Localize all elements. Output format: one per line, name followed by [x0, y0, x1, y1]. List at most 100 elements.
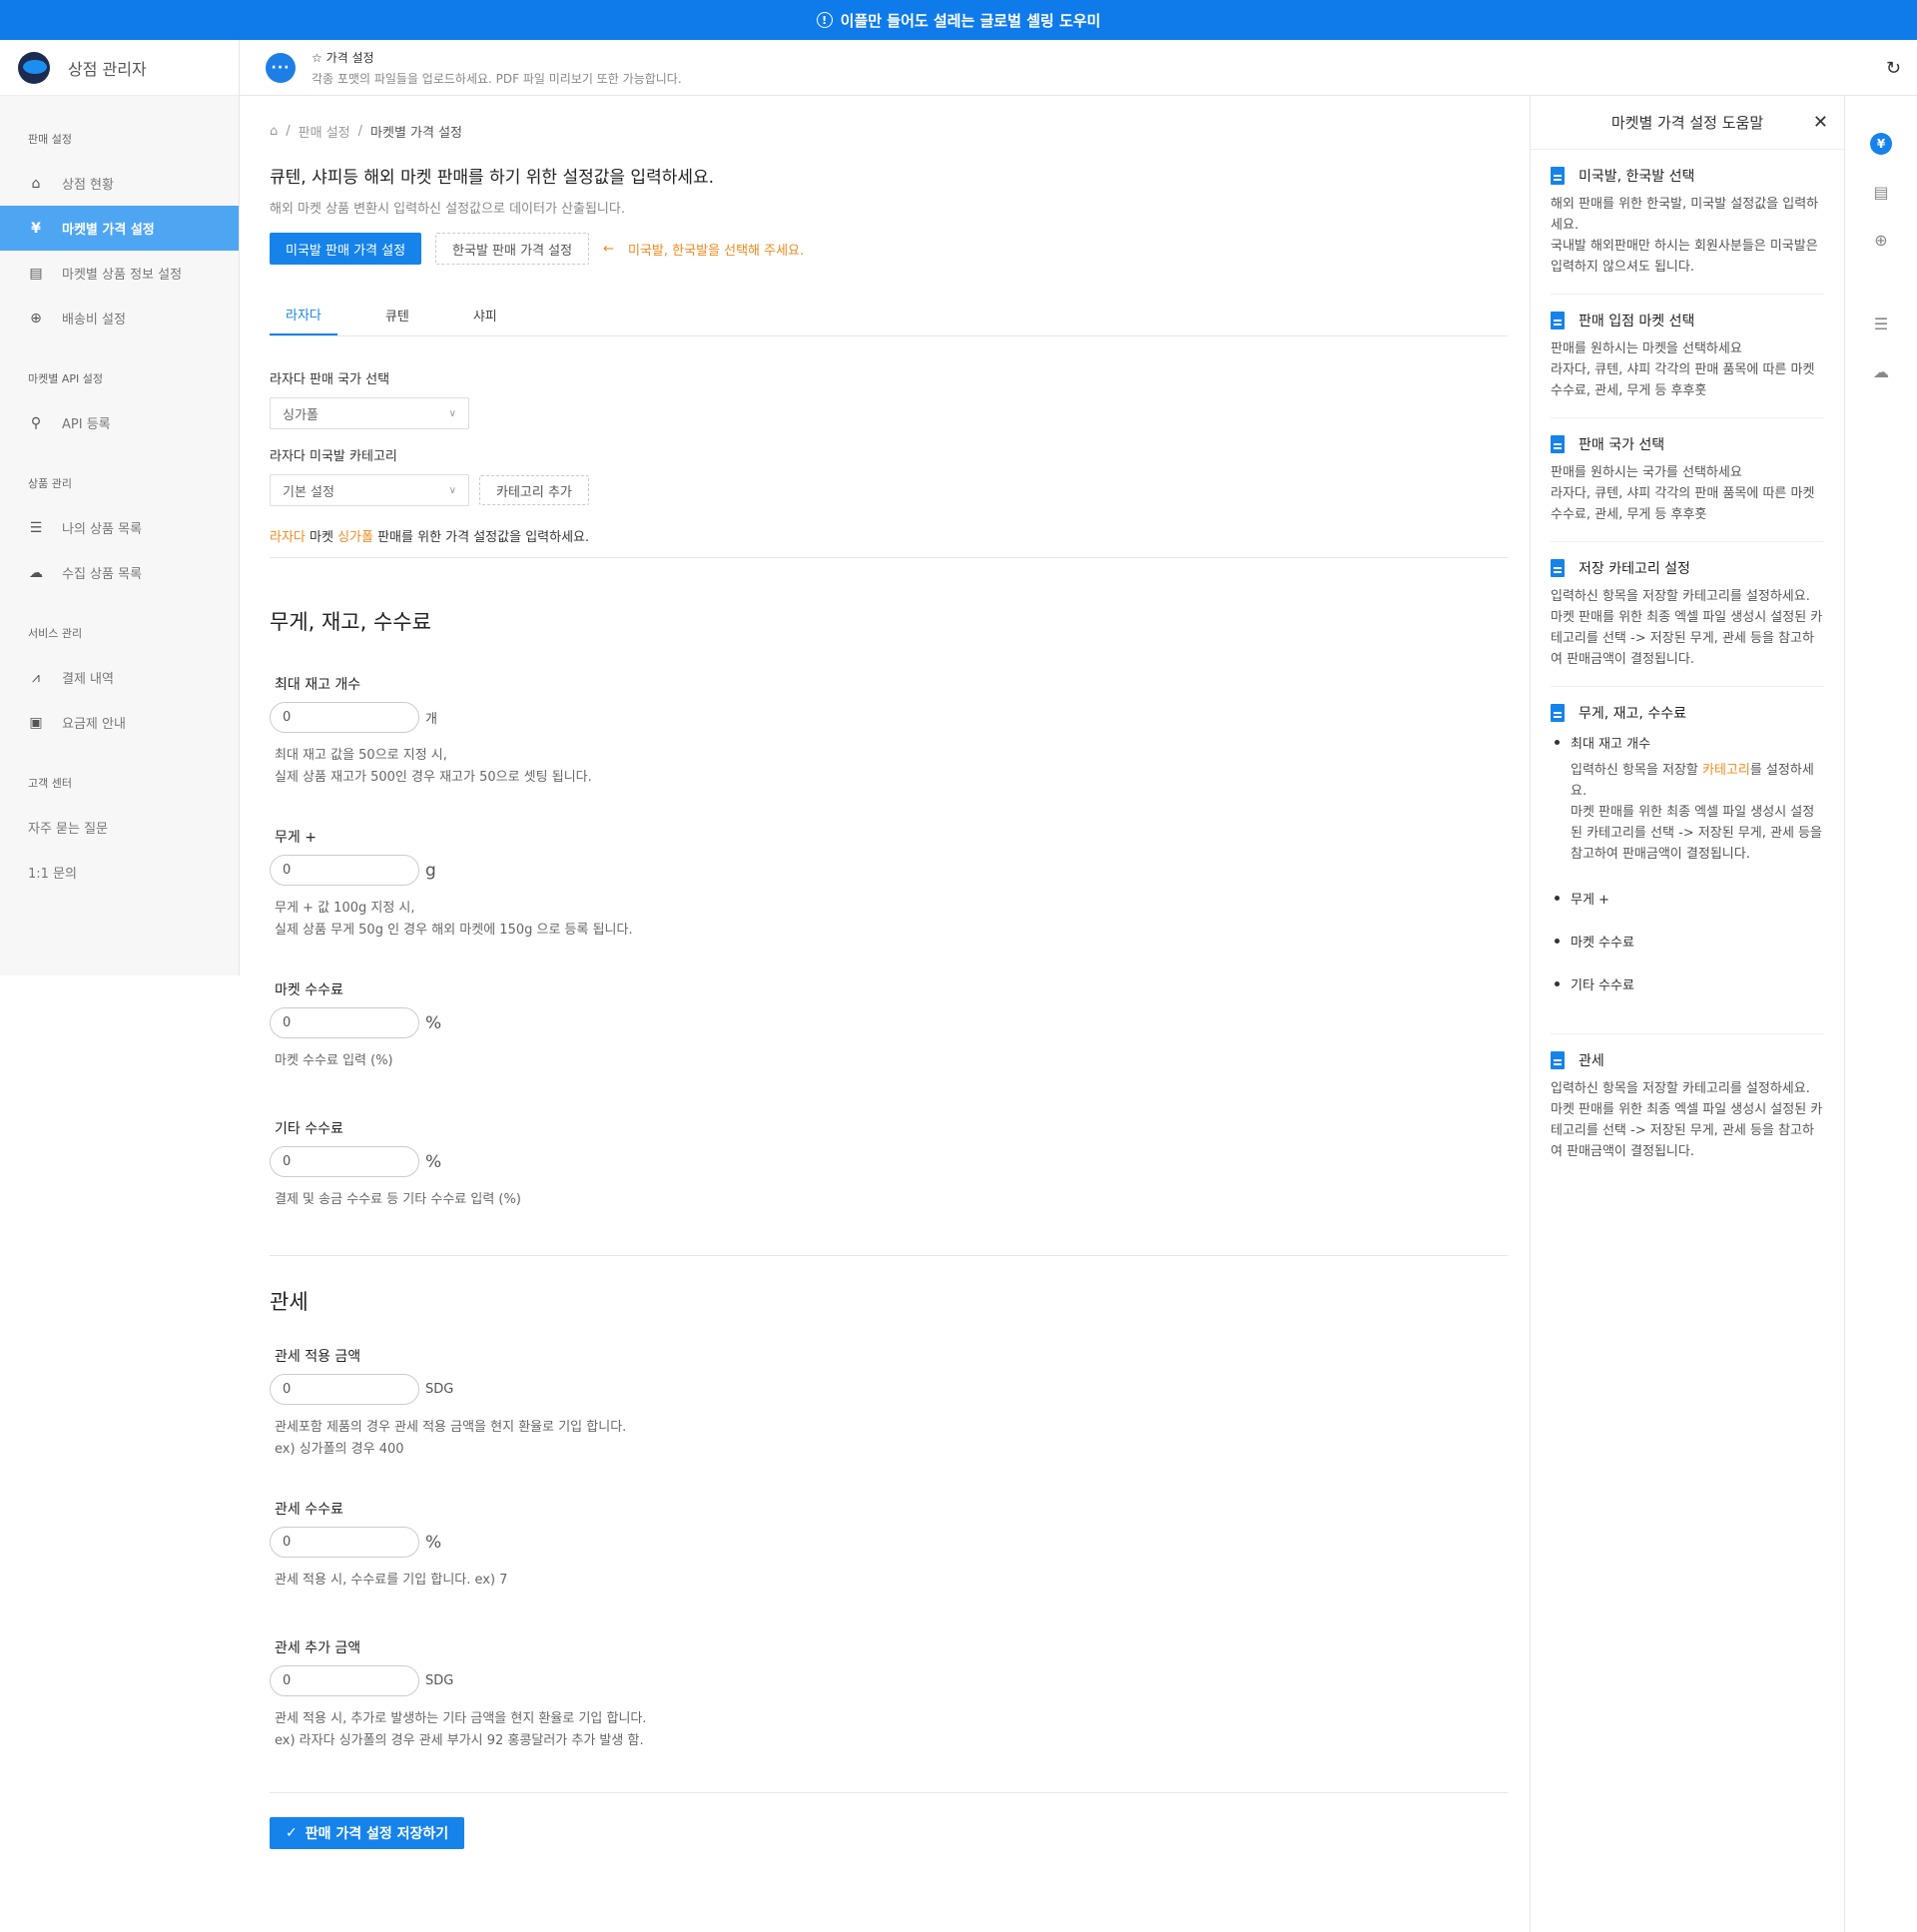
market-tabs: 라자다 큐텐 샤피 [270, 295, 1508, 336]
logo[interactable] [18, 51, 50, 84]
add-category-button[interactable]: 카테고리 추가 [479, 475, 589, 505]
unit-label: 개 [425, 712, 437, 727]
list-item: 기타 수수료 [1551, 974, 1824, 993]
sidebar-item-api-register[interactable]: ⚲ API 등록 [0, 400, 239, 445]
cloud-upload-icon[interactable]: ☁ [1870, 360, 1892, 382]
sidebar-item-payments[interactable]: ⩘ 결제 내역 [0, 655, 239, 700]
chevron-down-icon: ∨ [448, 484, 456, 496]
tab-lazada[interactable]: 라자다 [270, 295, 337, 335]
calendar-icon: ▣ [29, 714, 43, 731]
market-note: 라자다 마켓 싱가폴 판매를 위한 가격 설정값을 입력하세요. [270, 526, 1508, 558]
home-icon[interactable]: ⌂ [270, 124, 278, 139]
globe-icon: ⊕ [30, 310, 42, 326]
category-select-value: 기본 설정 [283, 484, 334, 500]
max-stock-input[interactable]: 0 [270, 702, 419, 733]
header-subtitle: 각종 포맷의 파일들을 업로드하세요. PDF 파일 미리보기 또한 가능합니다… [312, 71, 682, 86]
sidebar-item-pricing[interactable]: ▣ 요금제 안내 [0, 700, 239, 745]
list-icon: ☰ [29, 519, 43, 536]
chat-icon[interactable]: ··· [266, 52, 296, 83]
api-icon: ⚲ [30, 414, 42, 431]
unit-label: % [425, 1151, 442, 1172]
sidebar-item-label: 요금제 안내 [62, 717, 126, 732]
field-duty-amount: 관세 적용 금액 0 SDG 관세포함 제품의 경우 관세 적용 금액을 현지 … [270, 1346, 1508, 1461]
close-icon[interactable]: ✕ [1813, 112, 1828, 133]
field-description: 결제 및 송금 수수료 등 기타 수수료 입력 (%) [275, 1192, 521, 1207]
duty-amount-input[interactable]: 0 [270, 1374, 419, 1405]
field-duty-fee: 관세 수수료 0 % 관세 적용 시, 수수료를 기입 합니다. ex) 7 [270, 1499, 1508, 1592]
list-item: 무게 + [1551, 889, 1824, 908]
help-section: 미국발, 한국발 선택 해외 판매를 위한 한국발, 미국발 설정값을 입력하세… [1551, 150, 1824, 295]
field-weight: 무게 + 0 g 무게 + 값 100g 지정 시, 실제 상품 무게 50g … [270, 827, 1508, 942]
store-icon[interactable]: ▤ [1870, 181, 1892, 203]
help-section: 판매 국가 선택 판매를 원하시는 국가를 선택하세요 라자다, 큐텐, 샤피 각… [1551, 418, 1824, 542]
field-description: 최대 재고 값을 50으로 지정 시, 실제 상품 재고가 500인 경우 재고… [275, 748, 592, 785]
unit-label: g [425, 860, 436, 881]
sidebar-item-label: 나의 상품 목록 [62, 522, 143, 537]
field-description: 관세 적용 시, 추가로 발생하는 기타 금액을 현지 환율로 기입 합니다. … [275, 1711, 647, 1748]
home-icon: ⌂ [31, 175, 41, 192]
sidebar-item-label: 결제 내역 [62, 672, 114, 687]
field-description: 마켓 수수료 입력 (%) [275, 1053, 393, 1068]
yen-icon: ¥ [31, 220, 41, 237]
tab-qoo10[interactable]: 큐텐 [369, 295, 425, 335]
field-label: 무게 + [275, 830, 317, 846]
sidebar-item-market-product-info[interactable]: ▤ 마켓별 상품 정보 설정 [0, 251, 239, 296]
field-label: 관세 적용 금액 [275, 1349, 361, 1365]
check-icon: ✓ [286, 1825, 298, 1841]
nav-group-api: 마켓별 API 설정 [28, 371, 103, 385]
server-icon[interactable]: ☰ [1870, 313, 1892, 334]
sidebar-item-collected-products[interactable]: ☁ 수집 상품 목록 [0, 550, 239, 595]
other-fee-input[interactable]: 0 [270, 1146, 419, 1177]
document-icon [1551, 435, 1565, 453]
field-market-fee: 마켓 수수료 0 % 마켓 수수료 입력 (%) [270, 979, 1508, 1072]
yen-icon[interactable]: ¥ [1870, 133, 1892, 155]
field-label: 관세 수수료 [275, 1502, 343, 1518]
sidebar-item-label: 수집 상품 목록 [62, 567, 143, 582]
unit-label: % [425, 1532, 442, 1553]
sidebar: 상점 관리자 판매 설정 ⌂ 상점 현황 ¥ 마켓별 가격 설정 ▤ 마켓별 상… [0, 40, 240, 975]
help-header: 마켓별 가격 설정 도움말 ✕ [1531, 96, 1844, 150]
sidebar-item-label: 배송비 설정 [62, 313, 126, 327]
select-origin-hint: 미국발, 한국발을 선택해 주세요. [628, 243, 805, 259]
breadcrumb-item[interactable]: 판매 설정 [299, 122, 350, 141]
sidebar-item-inquiry[interactable]: 1:1 문의 [0, 850, 239, 895]
document-icon [1551, 312, 1565, 329]
country-select-value: 싱가폴 [283, 407, 319, 423]
chart-icon: ⩘ [32, 669, 40, 686]
tab-shopee[interactable]: 샤피 [457, 295, 513, 335]
kr-price-button[interactable]: 한국발 판매 가격 설정 [435, 233, 590, 265]
help-title: 마켓별 가격 설정 도움말 [1610, 114, 1764, 132]
field-description: 무게 + 값 100g 지정 시, 실제 상품 무게 50g 인 경우 해외 마… [275, 901, 633, 938]
duty-fee-input[interactable]: 0 [270, 1527, 419, 1558]
page-subheading: 해외 마켓 상품 변환시 입력하신 설정값으로 데이터가 산출됩니다. [270, 202, 625, 217]
sidebar-item-store-status[interactable]: ⌂ 상점 현황 [0, 161, 239, 206]
divider [270, 1255, 1508, 1256]
country-select[interactable]: 싱가폴 ∨ [270, 397, 469, 429]
app-title: 상점 관리자 [68, 59, 147, 79]
weight-input[interactable]: 0 [270, 855, 419, 886]
field-max-stock: 최대 재고 개수 0 개 최대 재고 값을 50으로 지정 시, 실제 상품 재… [270, 674, 1508, 789]
announcement-bar: ! 이플만 들어도 설레는 글로벌 셀링 도우미 [0, 0, 1917, 40]
sidebar-item-faq[interactable]: 자주 묻는 질문 [0, 805, 239, 850]
help-panel: 마켓별 가격 설정 도움말 ✕ 미국발, 한국발 선택 해외 판매를 위한 한국… [1530, 96, 1845, 1932]
info-circle-icon: ! [816, 12, 833, 28]
category-select[interactable]: 기본 설정 ∨ [270, 474, 469, 506]
sidebar-item-market-price[interactable]: ¥ 마켓별 가격 설정 [0, 206, 239, 251]
header-title: ☆ 가격 설정 [312, 50, 374, 65]
us-price-button[interactable]: 미국발 판매 가격 설정 [270, 233, 422, 265]
nav-group-support: 고객 센터 [28, 776, 72, 790]
page-heading: 큐텐, 샤피등 해외 마켓 판매를 하기 위한 설정값을 입력하세요. [270, 168, 715, 188]
sidebar-item-label: 마켓별 가격 설정 [62, 223, 155, 238]
refresh-icon[interactable]: ↻ [1886, 58, 1901, 79]
globe-icon[interactable]: ⊕ [1870, 229, 1892, 251]
main-content: ⌂ / 판매 설정 / 마켓별 가격 설정 큐텐, 샤피등 해외 마켓 판매를 … [270, 96, 1508, 1849]
sidebar-item-shipping[interactable]: ⊕ 배송비 설정 [0, 296, 239, 340]
duty-extra-input[interactable]: 0 [270, 1665, 419, 1696]
field-description: 관세 적용 시, 수수료를 기입 합니다. ex) 7 [275, 1573, 508, 1588]
save-button[interactable]: ✓ 판매 가격 설정 저장하기 [270, 1817, 465, 1849]
section-title: 관세 [270, 1290, 309, 1314]
sidebar-item-label: 마켓별 상품 정보 설정 [62, 268, 183, 283]
field-duty-extra: 관세 추가 금액 0 SDG 관세 적용 시, 추가로 발생하는 기타 금액을 … [270, 1637, 1508, 1752]
sidebar-item-my-products[interactable]: ☰ 나의 상품 목록 [0, 505, 239, 550]
market-fee-input[interactable]: 0 [270, 1007, 419, 1038]
